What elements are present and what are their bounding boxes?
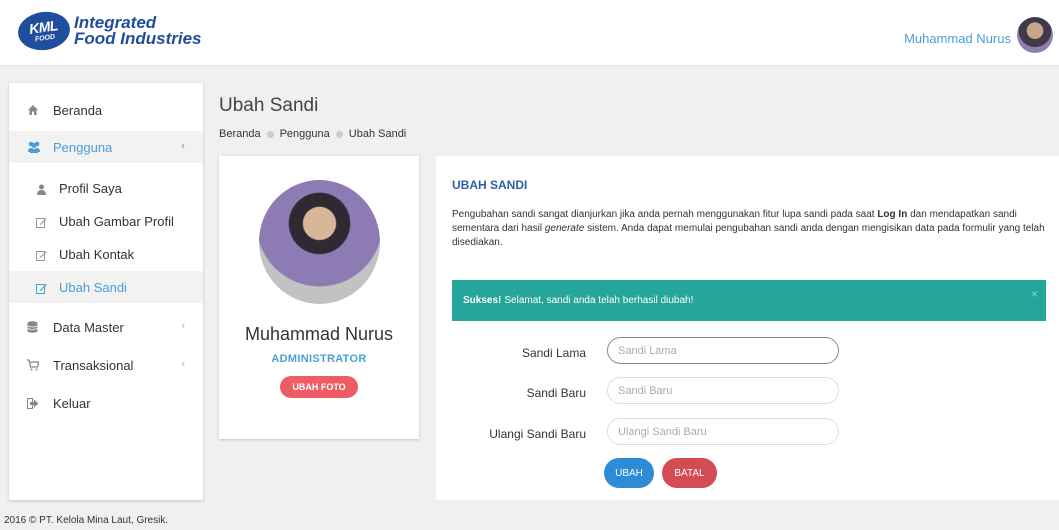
breadcrumb: Beranda Pengguna Ubah Sandi — [219, 128, 406, 140]
cart-icon — [27, 359, 40, 371]
profile-photo — [259, 180, 380, 304]
sidebar: Beranda Pengguna ‹ Profil Saya Ubah Gamb… — [9, 83, 203, 500]
chevron-left-icon: ‹ — [181, 140, 185, 152]
logo-line-2: Food Industries — [74, 29, 202, 48]
chevron-left-icon: ‹ — [181, 358, 185, 370]
close-icon[interactable]: × — [1031, 287, 1038, 301]
sidebar-subitem-ubah-sandi[interactable]: Ubah Sandi — [9, 271, 203, 303]
change-photo-button[interactable]: UBAH FOTO — [280, 376, 358, 398]
database-icon — [27, 321, 39, 333]
old-password-label: Sandi Lama — [521, 346, 586, 360]
user-icon — [36, 183, 47, 195]
sidebar-item-label: Transaksional — [53, 357, 134, 373]
repeat-password-input[interactable] — [607, 418, 839, 445]
logout-icon — [27, 397, 39, 409]
panel-description: Pengubahan sandi sangat dianjurkan jika … — [452, 208, 1052, 250]
breadcrumb-item-ubah-sandi: Ubah Sandi — [348, 128, 407, 140]
home-icon — [27, 104, 39, 116]
desc-italic-text: generate — [544, 223, 585, 234]
panel-title: UBAH SANDI — [452, 178, 528, 192]
header-user-avatar[interactable] — [1017, 17, 1053, 53]
profile-role: ADMINISTRATOR — [271, 353, 367, 365]
breadcrumb-item-pengguna[interactable]: Pengguna — [280, 128, 330, 140]
desc-bold-text: Log In — [877, 209, 908, 220]
repeat-password-label: Ulangi Sandi Baru — [489, 427, 586, 441]
sidebar-item-label: Beranda — [53, 102, 103, 118]
footer-copyright: 2016 © PT. Kelola Mina Laut, Gresik. — [4, 515, 169, 526]
sidebar-subitem-ubah-kontak[interactable]: Ubah Kontak — [9, 238, 203, 270]
chevron-left-icon: ‹ — [181, 320, 185, 332]
profile-card: Muhammad Nurus ADMINISTRATOR UBAH FOTO — [219, 156, 419, 439]
sidebar-subitem-profil-saya[interactable]: Profil Saya — [9, 172, 203, 204]
edit-icon — [36, 282, 47, 294]
desc-text: Pengubahan sandi sangat dianjurkan jika … — [452, 209, 878, 220]
success-alert: Sukses! Selamat, sandi anda telah berhas… — [452, 280, 1046, 321]
breadcrumb-item-beranda[interactable]: Beranda — [219, 128, 261, 140]
change-password-panel: UBAH SANDI Pengubahan sandi sangat dianj… — [436, 156, 1059, 500]
profile-name: Muhammad Nurus — [244, 324, 394, 344]
sidebar-item-transaksional[interactable]: Transaksional ‹ — [9, 349, 203, 381]
logo-mark-bottom-text: FOOD — [34, 33, 56, 44]
submit-button[interactable]: UBAH — [604, 458, 654, 488]
sidebar-subitem-ubah-gambar-profil[interactable]: Ubah Gambar Profil — [9, 205, 203, 237]
sidebar-item-label: Data Master — [53, 319, 124, 335]
users-icon — [27, 141, 40, 153]
sidebar-item-data-master[interactable]: Data Master ‹ — [9, 311, 203, 343]
sidebar-item-beranda[interactable]: Beranda — [9, 94, 203, 126]
old-password-input[interactable] — [607, 337, 839, 364]
header-user-name[interactable]: Muhammad Nurus — [904, 31, 1011, 46]
sidebar-subitem-label: Ubah Gambar Profil — [59, 213, 174, 229]
logo-text: Integrated Food Industries — [74, 14, 202, 48]
breadcrumb-separator — [266, 130, 274, 138]
top-navbar: KML FOOD Integrated Food Industries Muha… — [0, 0, 1059, 66]
sidebar-item-label: Keluar — [53, 395, 91, 411]
kml-logo-mark: KML FOOD — [15, 8, 73, 54]
edit-icon — [36, 216, 47, 228]
company-logo[interactable]: KML FOOD Integrated Food Industries — [15, 8, 202, 54]
page-title: Ubah Sandi — [219, 95, 319, 116]
edit-icon — [36, 249, 47, 261]
sidebar-item-pengguna[interactable]: Pengguna ‹ — [9, 131, 203, 163]
sidebar-item-keluar[interactable]: Keluar — [9, 387, 203, 419]
sidebar-subitem-label: Ubah Sandi — [59, 279, 127, 295]
breadcrumb-separator — [335, 130, 343, 138]
sidebar-item-label: Pengguna — [53, 139, 113, 155]
cancel-button[interactable]: BATAL — [662, 458, 717, 488]
new-password-input[interactable] — [607, 377, 839, 404]
alert-text: Selamat, sandi anda telah berhasil diuba… — [504, 295, 694, 306]
alert-strong: Sukses! — [463, 295, 502, 306]
sidebar-subitem-label: Profil Saya — [59, 180, 122, 196]
sidebar-subitem-label: Ubah Kontak — [59, 246, 135, 262]
new-password-label: Sandi Baru — [526, 386, 586, 400]
